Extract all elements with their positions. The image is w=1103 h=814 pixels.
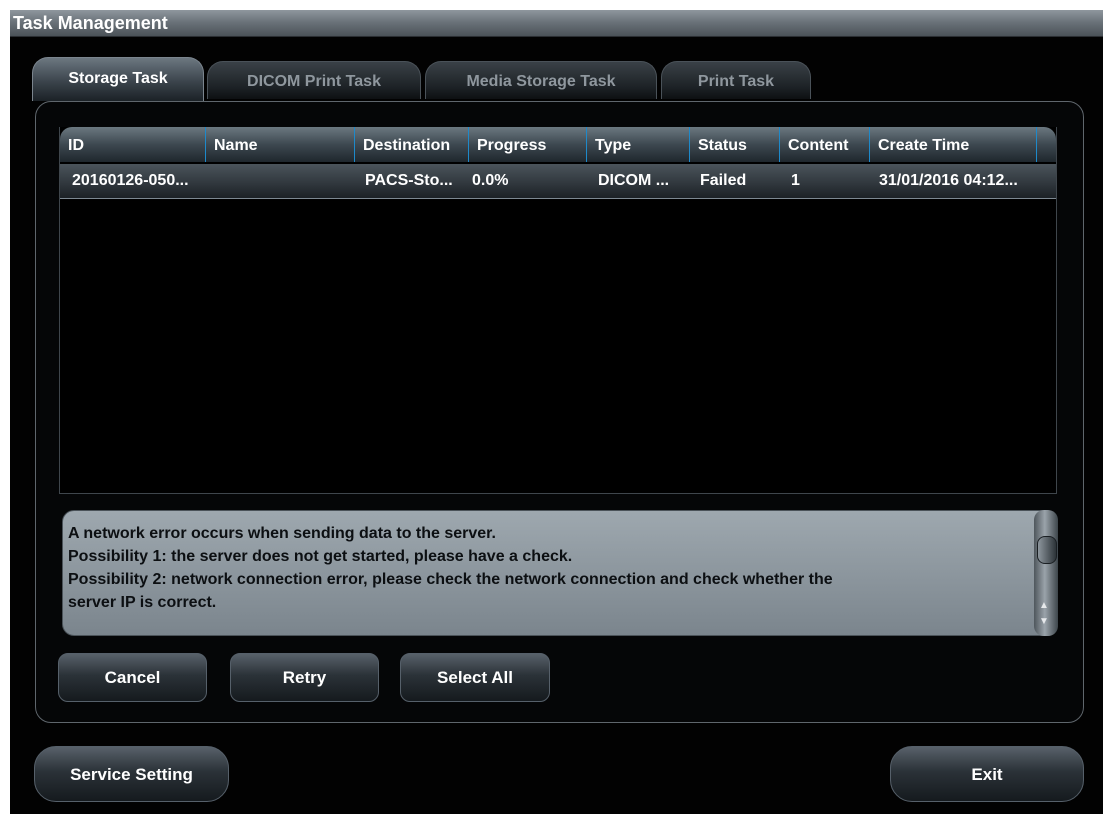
- task-management-window: Task Management Storage Task DICOM Print…: [10, 10, 1103, 814]
- retry-button[interactable]: Retry: [230, 653, 379, 702]
- cell-type: DICOM ...: [598, 172, 670, 189]
- tab-bar: Storage Task DICOM Print Task Media Stor…: [32, 57, 932, 102]
- tab-media-storage-task[interactable]: Media Storage Task: [425, 61, 657, 99]
- cell-name: [206, 164, 355, 198]
- column-header-progress[interactable]: Progress: [469, 127, 587, 162]
- message-line: A network error occurs when sending data…: [68, 525, 496, 542]
- message-line: server IP is correct.: [68, 594, 217, 611]
- cell-destination: PACS-Sto...: [365, 172, 453, 189]
- column-header-destination[interactable]: Destination: [355, 127, 469, 162]
- column-header-content[interactable]: Content: [780, 127, 870, 162]
- cell-progress: 0.0%: [472, 172, 509, 189]
- exit-button[interactable]: Exit: [890, 746, 1084, 802]
- cancel-button[interactable]: Cancel: [58, 653, 207, 702]
- cell-id: 20160126-050...: [72, 172, 189, 189]
- title-bar: Task Management: [10, 10, 1103, 37]
- column-header-type[interactable]: Type: [587, 127, 690, 162]
- error-message-box: A network error occurs when sending data…: [62, 510, 1058, 636]
- service-setting-button[interactable]: Service Setting: [34, 746, 229, 802]
- message-scrollbar[interactable]: ▲ ▼: [1034, 510, 1058, 636]
- cell-status: Failed: [700, 172, 747, 189]
- tab-print-task[interactable]: Print Task: [661, 61, 811, 99]
- message-line: Possibility 2: network connection error,…: [68, 571, 833, 588]
- select-all-button[interactable]: Select All: [400, 653, 550, 702]
- cell-content: 1: [791, 172, 800, 189]
- column-header-filler: [1037, 127, 1056, 162]
- column-header-status[interactable]: Status: [690, 127, 780, 162]
- tab-dicom-print-task[interactable]: DICOM Print Task: [207, 61, 421, 99]
- error-message-text: A network error occurs when sending data…: [68, 522, 1018, 614]
- column-header-name[interactable]: Name: [206, 127, 355, 162]
- tab-storage-task[interactable]: Storage Task: [32, 57, 204, 101]
- table-header: ID Name Destination Progress Type Status…: [60, 127, 1056, 162]
- window-title: Task Management: [13, 13, 168, 33]
- column-header-create-time[interactable]: Create Time: [870, 127, 1037, 162]
- table-row[interactable]: 20160126-050... PACS-Sto... 0.0% DICOM .…: [60, 164, 1056, 199]
- task-table: ID Name Destination Progress Type Status…: [59, 127, 1057, 494]
- cell-create-time: 31/01/2016 04:12...: [879, 172, 1018, 189]
- scroll-down-arrow-icon[interactable]: ▼: [1039, 616, 1049, 627]
- message-line: Possibility 1: the server does not get s…: [68, 548, 573, 565]
- column-header-id[interactable]: ID: [60, 127, 206, 162]
- scroll-up-arrow-icon[interactable]: ▲: [1039, 600, 1049, 611]
- scrollbar-thumb[interactable]: [1037, 536, 1057, 564]
